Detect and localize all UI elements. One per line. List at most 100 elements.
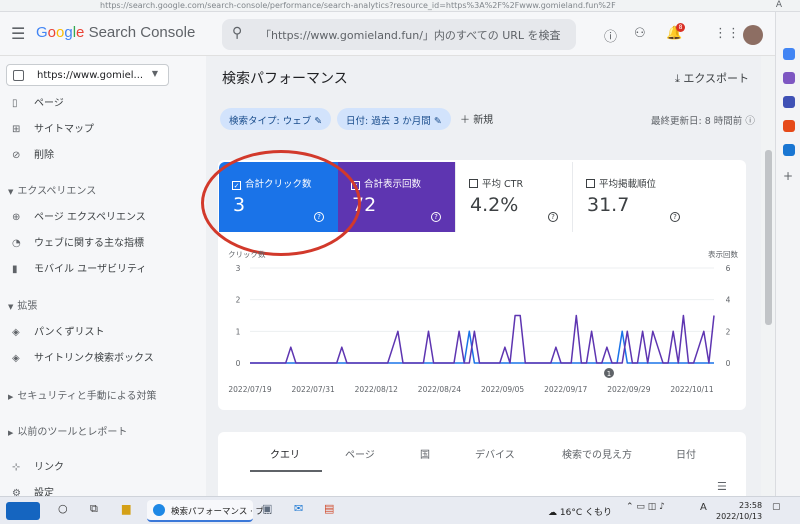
edit-icon: ✎: [433, 116, 442, 127]
right-tick-label: 4: [726, 296, 731, 305]
page-icon: ▯: [12, 98, 18, 109]
filter-chip-date[interactable]: 日付: 過去 3 か月間 ✎: [337, 108, 451, 130]
tray-icons[interactable]: ⌃ ▭ ◫ ♪: [626, 502, 665, 512]
weather-widget[interactable]: ☁ 16°C くもり: [548, 505, 612, 518]
section-enhancements[interactable]: ▼ 拡張: [8, 297, 37, 312]
sidebar-item-removals[interactable]: ⊘ 削除: [12, 146, 54, 161]
help-icon[interactable]: ?: [431, 212, 441, 222]
sidebar-item-label: パンくずリスト: [34, 327, 105, 338]
browser-address-bar[interactable]: https://search.google.com/search-console…: [0, 0, 800, 12]
sidebar-item-links[interactable]: ⊹ リンク: [12, 458, 64, 473]
ime-indicator[interactable]: A: [700, 502, 707, 513]
store-icon[interactable]: ▣: [262, 502, 272, 515]
filter-rows-icon[interactable]: ☰: [717, 480, 727, 493]
edge-icon: [153, 504, 165, 516]
browser-side-panel: +: [775, 12, 800, 496]
metric-label: 平均掲載順位: [599, 179, 657, 190]
tab-search-appearance[interactable]: 検索での見え方: [562, 446, 632, 461]
extension-icon[interactable]: [783, 72, 795, 84]
tab-pages[interactable]: ページ: [345, 446, 375, 461]
logo-google: Google: [36, 24, 85, 41]
people-icon[interactable]: [783, 96, 795, 108]
weather-text: 16°C くもり: [559, 508, 612, 518]
dimension-tabs: [218, 432, 746, 496]
layers-icon: ◈: [12, 327, 20, 338]
x-tick-label: 2022/09/17: [544, 385, 587, 394]
new-label: 新規: [473, 115, 494, 126]
notification-center-icon[interactable]: ▢: [772, 502, 781, 512]
x-tick-label: 2022/07/31: [292, 385, 335, 394]
sidebar-item-label: ウェブに関する主な指標: [34, 238, 144, 249]
removals-icon: ⊘: [12, 150, 21, 161]
section-legacy-tools[interactable]: ▶ 以前のツールとレポート: [8, 423, 127, 438]
windows-taskbar: ○ ⧉ ▆ 検索パフォーマンス · ブ... ▣ ✉ ▤ ☁ 16°C くもり …: [0, 496, 800, 524]
checkbox-unchecked-icon[interactable]: [469, 179, 478, 188]
new-filter-button[interactable]: ＋ 新規: [460, 111, 493, 126]
search-circle-icon[interactable]: ○: [58, 502, 68, 515]
sidebar-item-pages[interactable]: ▯ ページ: [12, 94, 64, 109]
section-title: セキュリティと手動による対策: [17, 391, 157, 402]
tab-devices[interactable]: デバイス: [475, 446, 515, 461]
section-security[interactable]: ▶ セキュリティと手動による対策: [8, 387, 157, 402]
tab-dates[interactable]: 日付: [676, 446, 696, 461]
menu-icon[interactable]: ☰: [11, 24, 25, 43]
tab-countries[interactable]: 国: [420, 446, 430, 461]
sidebar-item-breadcrumbs[interactable]: ◈ パンくずリスト: [12, 323, 105, 338]
section-title: エクスペリエンス: [17, 186, 97, 197]
filter-label: 検索タイプ: ウェブ: [229, 116, 312, 127]
clock-time: 23:58: [739, 501, 763, 510]
system-clock[interactable]: 23:58 2022/10/13: [716, 500, 762, 522]
tab-queries[interactable]: クエリ: [270, 446, 300, 461]
browser-font-button[interactable]: A: [776, 0, 782, 10]
taskbar-app-title: 検索パフォーマンス · ブ...: [171, 507, 273, 517]
metric-average-position[interactable]: 平均掲載順位 31.7 ?: [572, 162, 694, 232]
links-icon: ⊹: [12, 462, 21, 473]
sidebar-item-sitelinks-searchbox[interactable]: ◈ サイトリンク検索ボックス: [12, 349, 154, 364]
start-app-icon[interactable]: [6, 502, 40, 520]
metric-value: 31.7: [587, 194, 630, 216]
search-icon: ⚲: [232, 25, 243, 41]
users-settings-icon[interactable]: ⚇: [634, 26, 646, 41]
export-button[interactable]: ⤓ エクスポート: [675, 70, 749, 86]
property-selector[interactable]: https://www.gomiel... ▼: [6, 64, 169, 86]
sitemap-icon: ⊞: [12, 124, 21, 135]
caret-right-icon: ▶: [8, 429, 14, 437]
url-inspection-search[interactable]: ⚲ 「https://www.gomieland.fun/」内のすべての URL…: [222, 19, 576, 50]
app-header: ☰ Google Search Console ⚲ 「https://www.g…: [0, 12, 775, 56]
mail-icon[interactable]: ✉: [294, 502, 303, 515]
add-icon[interactable]: +: [783, 170, 795, 182]
taskbar-browser-app[interactable]: 検索パフォーマンス · ブ...: [147, 500, 272, 522]
browser-url[interactable]: https://search.google.com/search-console…: [100, 1, 616, 10]
file-explorer-icon[interactable]: ▆: [122, 502, 130, 515]
outlook-icon[interactable]: [783, 144, 795, 156]
apps-grid-icon[interactable]: ⋮⋮: [714, 26, 740, 41]
office-icon[interactable]: [783, 120, 795, 132]
metric-average-ctr[interactable]: 平均 CTR 4.2% ?: [455, 162, 572, 232]
sidebar-item-sitemaps[interactable]: ⊞ サイトマップ: [12, 120, 94, 135]
help-icon[interactable]: ?: [548, 212, 558, 222]
section-experience[interactable]: ▼ エクスペリエンス: [8, 182, 96, 197]
x-tick-label: 2022/10/11: [670, 385, 713, 394]
task-view-icon[interactable]: ⧉: [90, 502, 98, 516]
right-tick-label: 0: [726, 359, 731, 368]
help-icon[interactable]: ⓘ: [745, 116, 755, 127]
last-updated-text: 最終更新日: 8 時間前: [651, 116, 743, 127]
section-title: 以前のツールとレポート: [17, 427, 128, 438]
scrollbar-thumb[interactable]: [765, 150, 772, 325]
phone-icon: ▮: [12, 264, 18, 275]
help-icon[interactable]: ⓘ: [604, 26, 617, 45]
filter-chip-search-type[interactable]: 検索タイプ: ウェブ ✎: [220, 108, 332, 130]
sidebar-item-label: リンク: [34, 462, 64, 473]
sidebar-item-page-experience[interactable]: ⊕ ページ エクスペリエンス: [12, 208, 146, 223]
office-app-icon[interactable]: ▤: [324, 502, 334, 515]
sidebar-item-mobile-usability[interactable]: ▮ モバイル ユーザビリティ: [12, 260, 146, 275]
avatar[interactable]: [743, 25, 763, 45]
download-icon: ⤓: [675, 72, 680, 85]
app-logo[interactable]: Google Search Console: [36, 24, 195, 41]
sidebar-item-label: ページ エクスペリエンス: [34, 212, 146, 223]
site-favicon-icon: [13, 70, 24, 81]
help-icon[interactable]: ?: [670, 212, 680, 222]
sidebar-item-core-web-vitals[interactable]: ◔ ウェブに関する主な指標: [12, 234, 144, 249]
checkbox-unchecked-icon[interactable]: [586, 179, 595, 188]
tag-icon[interactable]: [783, 48, 795, 60]
